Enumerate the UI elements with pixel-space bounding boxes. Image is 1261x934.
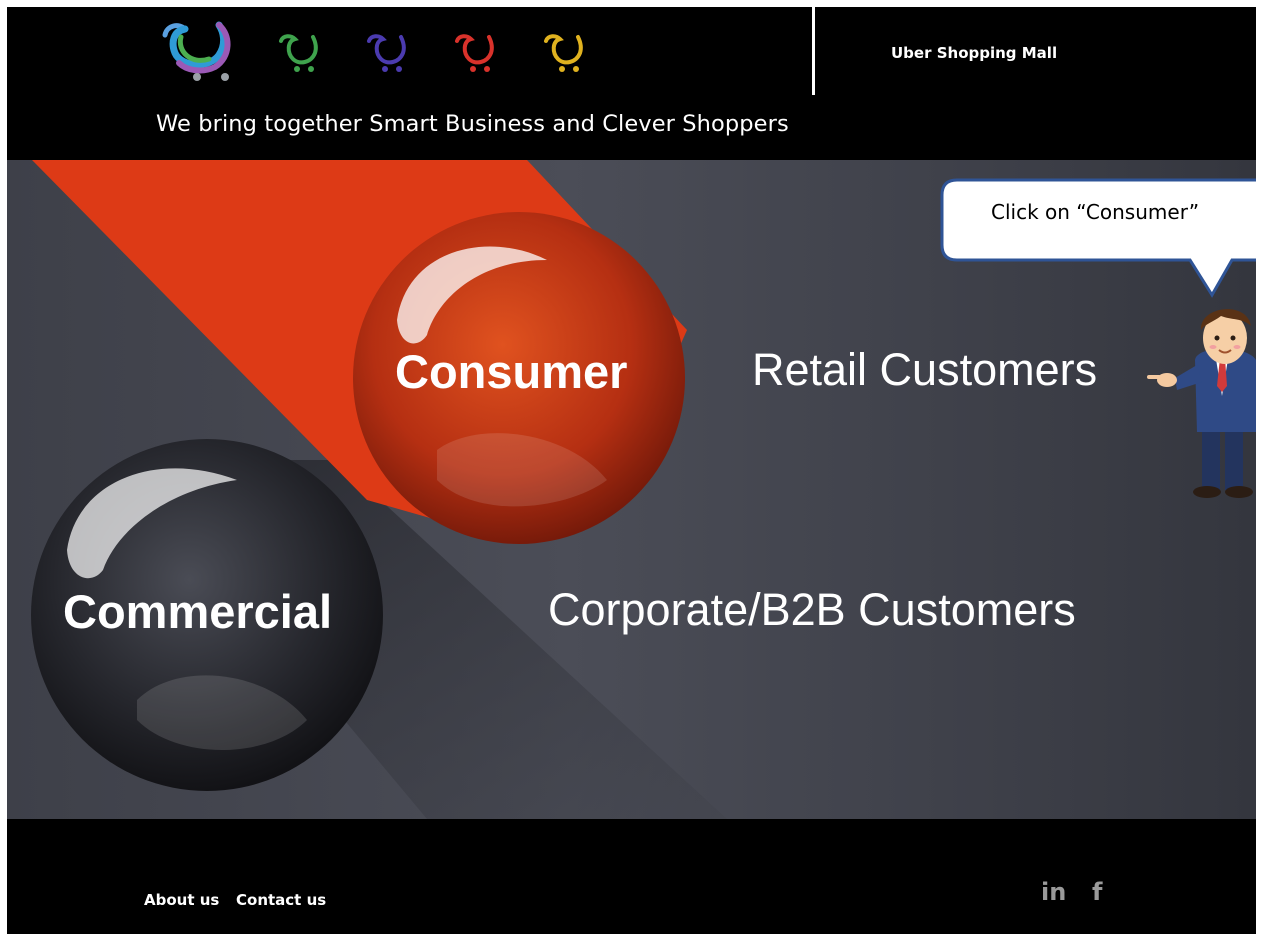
linkedin-icon[interactable]: in <box>1041 878 1066 906</box>
yellow-cart-logo-icon[interactable] <box>542 33 588 75</box>
site-title[interactable]: Uber Shopping Mall <box>891 44 1057 62</box>
header-divider <box>812 7 815 95</box>
callout-text: Click on “Consumer” <box>991 200 1200 224</box>
main-logo-icon[interactable] <box>157 21 245 85</box>
site-tagline: We bring together Smart Business and Cle… <box>156 111 789 137</box>
hero-graphic <box>31 160 1256 819</box>
callout-bubble <box>940 178 1256 298</box>
corporate-customers-label: Corporate/B2B Customers <box>548 584 1076 635</box>
red-cart-logo-icon[interactable] <box>453 33 499 75</box>
consumer-button[interactable]: Consumer <box>395 344 627 399</box>
green-cart-logo-icon[interactable] <box>277 33 323 75</box>
hero-banner: Click on “Consumer” Consumer Retail Cust… <box>7 160 1256 819</box>
retail-customers-label: Retail Customers <box>752 344 1098 395</box>
contact-us-link[interactable]: Contact us <box>236 891 326 909</box>
about-us-link[interactable]: About us <box>144 891 219 909</box>
pointing-businessman-icon <box>1147 309 1256 498</box>
facebook-icon[interactable]: f <box>1092 878 1102 906</box>
page-frame: Uber Shopping Mall We bring together Sma… <box>7 7 1256 934</box>
purple-cart-logo-icon[interactable] <box>365 33 411 75</box>
site-footer: About us Contact us in f <box>7 819 1256 934</box>
site-header: Uber Shopping Mall We bring together Sma… <box>7 7 1256 160</box>
commercial-button[interactable]: Commercial <box>63 584 332 639</box>
